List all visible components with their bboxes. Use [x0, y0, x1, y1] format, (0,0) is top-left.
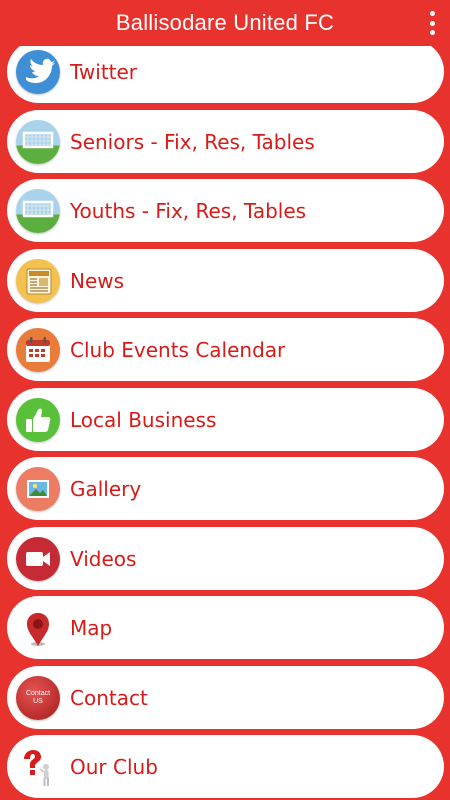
menu-item-label: Twitter: [70, 59, 138, 84]
menu-item-seniors[interactable]: Seniors - Fix, Res, Tables: [7, 110, 444, 173]
menu-item-local-business[interactable]: Local Business: [7, 388, 444, 451]
menu-item-label: Seniors - Fix, Res, Tables: [70, 129, 315, 154]
menu-item-map[interactable]: Map: [7, 596, 444, 659]
menu-item-label: Map: [70, 615, 113, 640]
contact-us-icon-text: Contact US: [25, 689, 51, 705]
menu-item-label: Club Events Calendar: [70, 337, 286, 362]
football-goal-icon: [16, 119, 60, 164]
football-goal-icon: [16, 188, 60, 233]
menu-item-label: Gallery: [70, 476, 142, 501]
menu-item-youths[interactable]: Youths - Fix, Res, Tables: [7, 179, 444, 242]
menu-item-gallery[interactable]: Gallery: [7, 457, 444, 520]
menu-item-label: Youths - Fix, Res, Tables: [70, 198, 307, 223]
app-title: Ballisodare United FC: [115, 10, 335, 35]
menu-item-label: News: [70, 268, 125, 293]
menu-item-label: Videos: [70, 546, 137, 571]
menu-item-contact[interactable]: Contact US Contact: [7, 666, 444, 729]
map-pin-icon: [16, 606, 60, 650]
menu-item-club-events-calendar[interactable]: Club Events Calendar: [7, 318, 444, 381]
app-bar: Ballisodare United FC: [0, 0, 450, 46]
menu-item-videos[interactable]: Videos: [7, 527, 444, 590]
menu-item-twitter[interactable]: Twitter: [7, 40, 444, 103]
menu-list: Twitter Seniors - Fix, Res, Tables Youth…: [0, 0, 450, 800]
picture-icon: [16, 466, 60, 511]
thumbs-up-icon: [16, 397, 60, 442]
menu-item-news[interactable]: News: [7, 249, 444, 312]
twitter-bird-icon: [16, 49, 60, 94]
menu-item-label: Local Business: [70, 407, 217, 432]
menu-item-our-club[interactable]: Our Club: [7, 735, 444, 798]
menu-item-label: Our Club: [70, 754, 158, 779]
newspaper-icon: [16, 258, 60, 303]
question-person-icon: [16, 745, 60, 789]
calendar-icon: [16, 327, 60, 372]
contact-us-icon: Contact US: [16, 675, 60, 720]
more-vertical-icon[interactable]: [426, 11, 438, 35]
menu-item-label: Contact: [70, 685, 148, 710]
video-camera-icon: [16, 536, 60, 581]
